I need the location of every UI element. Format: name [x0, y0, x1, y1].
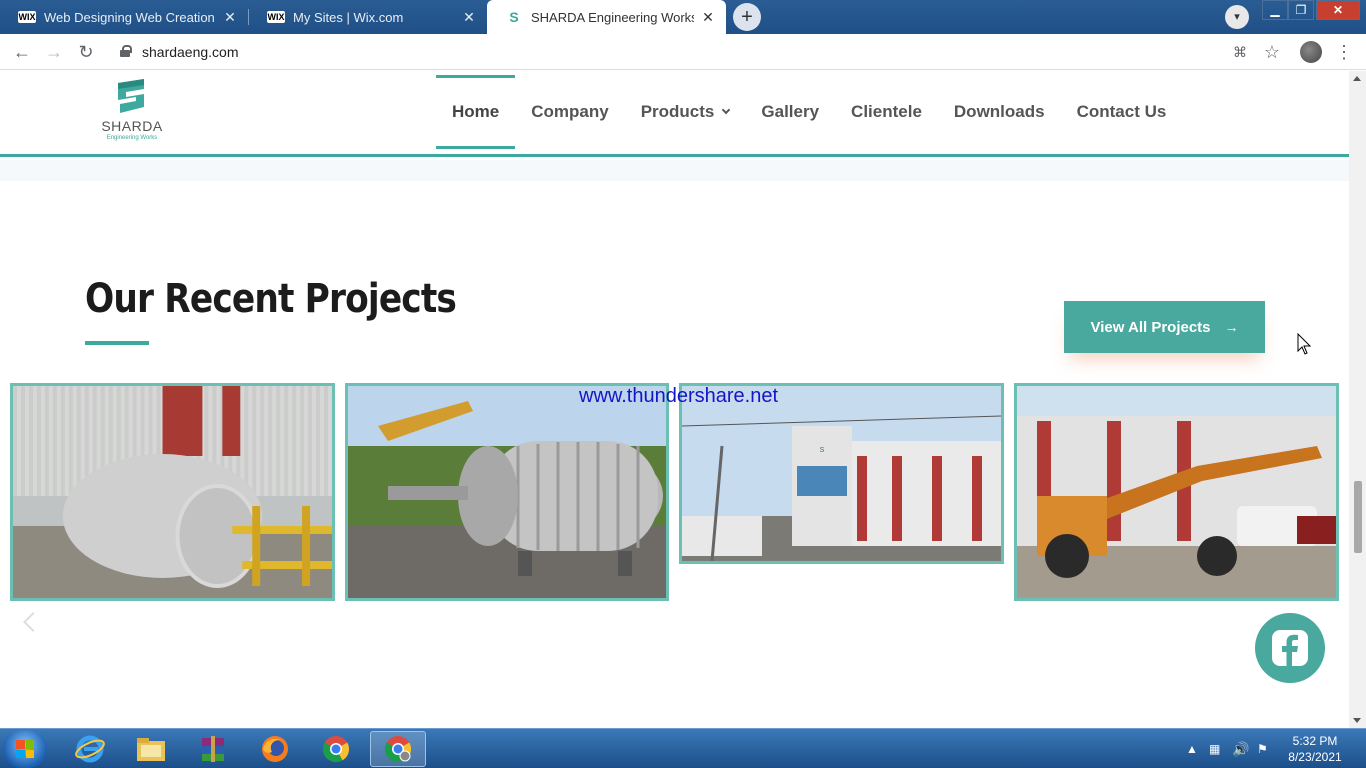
tab-close-icon[interactable]: ✕: [461, 9, 477, 26]
nav-downloads[interactable]: Downloads: [938, 75, 1061, 149]
nav-products-label: Products: [640, 102, 715, 121]
nav-home[interactable]: Home: [436, 75, 516, 149]
project-card-3[interactable]: S: [679, 383, 1004, 564]
browser-tab-3[interactable]: S SHARDA Engineering Works ✕: [487, 0, 726, 34]
steel-tank-image: [13, 386, 332, 598]
mouse-cursor-icon: [1297, 333, 1311, 355]
site-logo[interactable]: SHARDA Engineering Works: [96, 77, 168, 147]
browser-tabstrip: WIX Web Designing Web Creation W ✕ WIX M…: [0, 0, 1366, 34]
tray-show-hidden-icon[interactable]: ▲: [1186, 729, 1198, 768]
reload-icon[interactable]: ↻: [74, 40, 98, 64]
carousel-prev-icon[interactable]: [23, 612, 43, 632]
internet-explorer-icon: [75, 735, 105, 763]
tray-action-center-icon[interactable]: ⚑: [1257, 729, 1268, 768]
tab-title: Web Designing Web Creation W: [44, 9, 216, 25]
forward-icon[interactable]: →: [42, 40, 66, 64]
header-strip: [0, 160, 1349, 181]
firefox-icon: [262, 736, 288, 762]
view-all-projects-button[interactable]: View All Projects →: [1064, 301, 1265, 353]
translate-icon[interactable]: ⌘: [1228, 40, 1252, 64]
profile-avatar[interactable]: [1300, 41, 1322, 63]
close-window-button[interactable]: ✕: [1316, 0, 1360, 20]
nav-company[interactable]: Company: [515, 75, 624, 149]
facebook-icon: [1272, 630, 1308, 666]
menu-kebab-icon[interactable]: ⋮: [1332, 40, 1356, 64]
tray-volume-icon[interactable]: 🔊: [1232, 729, 1249, 768]
section-title: Our Recent Projects: [85, 276, 457, 322]
chrome-icon: [322, 736, 350, 763]
site-header: SHARDA Engineering Works Home Company Pr…: [0, 71, 1349, 157]
lock-icon: [120, 45, 132, 57]
taskbar-firefox[interactable]: [247, 731, 303, 767]
factory-building-image: S: [682, 386, 1001, 561]
winrar-icon: [202, 736, 224, 762]
clock-date: 8/23/2021: [1288, 750, 1342, 764]
tab-title: SHARDA Engineering Works: [531, 9, 694, 25]
taskbar-chrome[interactable]: [308, 731, 364, 767]
logo-tagline: Engineering Works: [106, 135, 158, 141]
scroll-up-icon[interactable]: [1353, 76, 1361, 81]
back-icon[interactable]: ←: [10, 40, 34, 64]
tray-network-icon[interactable]: ▦: [1209, 729, 1220, 768]
maximize-button[interactable]: ❐: [1288, 0, 1314, 20]
browser-tab-1[interactable]: WIX Web Designing Web Creation W ✕: [0, 0, 248, 34]
windows-taskbar: ▲ ▦ 🔊 ⚑ 5:32 PM 8/23/2021: [0, 728, 1366, 768]
browser-toolbar: ← → ↻ shardaeng.com ⌘ ☆ ⋮: [0, 34, 1366, 70]
nav-clientele[interactable]: Clientele: [835, 75, 938, 149]
scrollbar-thumb[interactable]: [1354, 481, 1362, 553]
taskbar-file-explorer[interactable]: [123, 731, 179, 767]
nav-gallery[interactable]: Gallery: [745, 75, 835, 149]
facebook-button[interactable]: [1255, 613, 1325, 683]
logo-brand: SHARDA: [101, 118, 163, 134]
wix-favicon-icon: WIX: [267, 11, 285, 23]
page-viewport: SHARDA Engineering Works Home Company Pr…: [0, 71, 1349, 728]
crane-truck-image: [1017, 386, 1336, 598]
start-button[interactable]: [3, 730, 47, 768]
arrow-right-icon: →: [1224, 319, 1239, 335]
taskbar-clock[interactable]: 5:32 PM 8/23/2021: [1280, 733, 1350, 765]
tab-title: My Sites | Wix.com: [293, 9, 404, 25]
chrome-icon: [384, 736, 412, 763]
minimize-button[interactable]: ▁: [1262, 0, 1288, 20]
tab-close-icon[interactable]: ✕: [700, 9, 716, 26]
chevron-down-icon: [722, 105, 731, 115]
sharda-logo-icon: [118, 79, 144, 113]
tab-search-button[interactable]: ▾: [1225, 5, 1249, 29]
url-text[interactable]: shardaeng.com: [142, 44, 239, 60]
reactor-vessel-image: [348, 386, 666, 598]
nav-products[interactable]: Products: [625, 75, 746, 149]
view-all-label: View All Projects: [1090, 318, 1211, 336]
project-card-2[interactable]: [345, 383, 669, 601]
page-scrollbar[interactable]: [1349, 71, 1366, 728]
tab-close-icon[interactable]: ✕: [222, 9, 238, 26]
bookmark-star-icon[interactable]: ☆: [1260, 40, 1284, 64]
scroll-down-icon[interactable]: [1353, 718, 1361, 723]
main-nav: Home Company Products Gallery Clientele …: [436, 75, 1182, 149]
new-tab-button[interactable]: +: [733, 3, 761, 31]
taskbar-internet-explorer[interactable]: [62, 731, 118, 767]
watermark-text: www.thundershare.net: [579, 385, 779, 407]
project-card-4[interactable]: [1014, 383, 1339, 601]
taskbar-chrome-active[interactable]: [370, 731, 426, 767]
project-card-1[interactable]: [10, 383, 335, 601]
svg-text:S: S: [820, 447, 825, 454]
title-underline: [85, 341, 149, 345]
clock-time: 5:32 PM: [1292, 734, 1338, 748]
sharda-favicon-icon: S: [509, 9, 519, 25]
address-bar[interactable]: shardaeng.com: [108, 38, 1288, 66]
windows-logo-icon: [16, 740, 34, 758]
nav-contact-us[interactable]: Contact Us: [1061, 75, 1183, 149]
browser-tab-2[interactable]: WIX My Sites | Wix.com ✕: [249, 0, 487, 34]
file-explorer-icon: [137, 738, 165, 761]
wix-favicon-icon: WIX: [18, 11, 36, 23]
taskbar-winrar[interactable]: [185, 731, 241, 767]
